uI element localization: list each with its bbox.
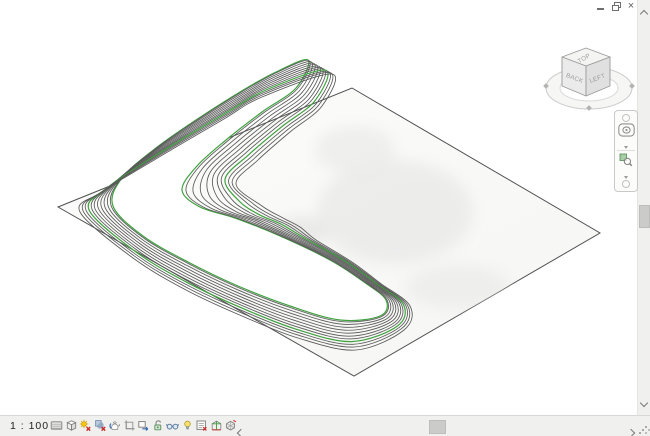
navbar-divider: [617, 150, 635, 151]
viewcube[interactable]: TOP BACK LEFT: [538, 33, 650, 121]
minimize-icon[interactable]: [596, 2, 606, 12]
navigation-bar[interactable]: [614, 110, 638, 192]
unlocked-3d-view-icon[interactable]: [152, 419, 165, 432]
detail-level-icon[interactable]: [50, 419, 63, 432]
revit-3d-view-window: × TOP BACK LEFT: [0, 0, 650, 436]
sun-path-icon[interactable]: [79, 419, 92, 432]
show-rendering-dialog-icon[interactable]: [108, 419, 121, 432]
scroll-up-icon[interactable]: [641, 4, 647, 22]
scroll-down-icon[interactable]: [641, 393, 647, 411]
zoom-icon[interactable]: [615, 153, 637, 172]
show-crop-region-icon[interactable]: [137, 419, 150, 432]
shadows-icon[interactable]: [94, 419, 107, 432]
close-icon[interactable]: ×: [626, 2, 636, 12]
resize-grip[interactable]: [645, 426, 647, 428]
scroll-right-icon[interactable]: [628, 423, 634, 436]
show-analytical-model-icon[interactable]: [210, 419, 223, 432]
reveal-hidden-elements-icon[interactable]: [181, 419, 194, 432]
visual-style-icon[interactable]: [65, 419, 78, 432]
navbar-grip[interactable]: [622, 180, 630, 188]
crop-view-icon[interactable]: [123, 419, 136, 432]
highlight-displacement-sets-icon[interactable]: [224, 419, 237, 432]
restore-window-icon[interactable]: [611, 2, 621, 12]
view-control-bar: 1 : 100: [0, 415, 650, 436]
scroll-left-icon[interactable]: [238, 423, 244, 436]
zoom-dropdown-icon[interactable]: [615, 172, 637, 178]
temporary-hide-isolate-icon[interactable]: [166, 419, 179, 432]
vertical-scrollbar-thumb[interactable]: [639, 205, 650, 228]
view-control-icons: [50, 419, 237, 432]
steering-wheel-dropdown-icon[interactable]: [615, 142, 637, 148]
steering-wheel-icon[interactable]: [615, 123, 637, 142]
navbar-grip[interactable]: [622, 114, 630, 122]
temporary-view-properties-icon[interactable]: [195, 419, 208, 432]
horizontal-scrollbar-thumb[interactable]: [429, 420, 446, 434]
view-scale-button[interactable]: 1 : 100: [10, 420, 49, 432]
window-controls: ×: [596, 2, 636, 12]
